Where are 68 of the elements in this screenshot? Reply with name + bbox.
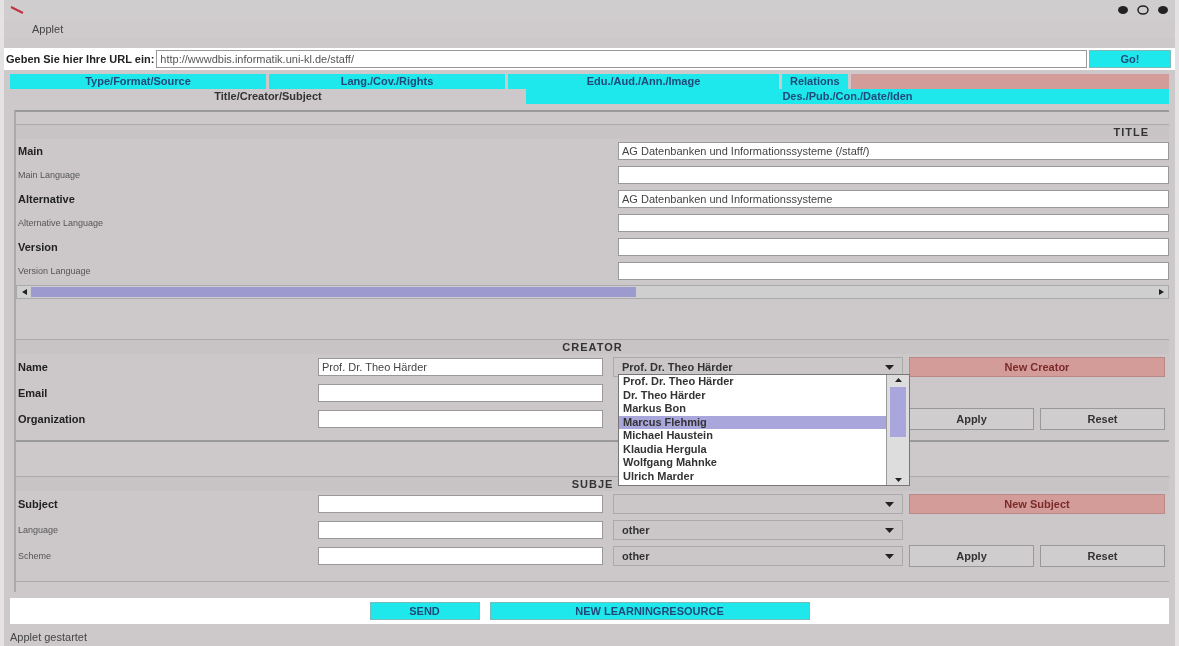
input-field[interactable] bbox=[318, 547, 603, 565]
input-field[interactable]: AG Datenbanken und Informationssysteme bbox=[618, 190, 1169, 208]
list-item[interactable]: Dr. Theo Härder bbox=[619, 388, 886, 402]
field-label: Language bbox=[17, 525, 60, 535]
new-creator-button[interactable]: New Creator bbox=[909, 357, 1165, 377]
field-label: Alternative Language bbox=[17, 218, 105, 228]
field-label: Main Language bbox=[17, 170, 82, 180]
list-item[interactable]: Wolfgang Mahnke bbox=[619, 456, 886, 470]
input-field[interactable]: Prof. Dr. Theo Härder bbox=[318, 358, 603, 376]
input-field[interactable] bbox=[318, 521, 603, 539]
status-text: Applet gestartet bbox=[9, 630, 89, 645]
field-label: Subject bbox=[17, 498, 59, 510]
url-field[interactable]: http://wwwdbis.informatik.uni-kl.de/staff/ bbox=[156, 50, 1087, 68]
input-field[interactable] bbox=[618, 166, 1169, 184]
list-item[interactable]: Markus Bon bbox=[619, 402, 886, 416]
caret-icon bbox=[885, 364, 894, 370]
menu-item[interactable]: Applet bbox=[32, 23, 64, 35]
caret-icon bbox=[885, 527, 894, 533]
input-field[interactable] bbox=[618, 262, 1169, 280]
list-item[interactable]: Ulrich Marder bbox=[619, 469, 886, 483]
section-heading: CREATOR bbox=[562, 340, 623, 354]
caret-icon bbox=[885, 501, 894, 507]
scrollbar-thumb[interactable] bbox=[890, 387, 906, 437]
list-item[interactable]: Michael Haustein bbox=[619, 429, 886, 443]
dropdown[interactable]: Prof. Dr. Theo Härder bbox=[613, 357, 903, 377]
input-field[interactable] bbox=[318, 384, 603, 402]
input-field[interactable] bbox=[618, 214, 1169, 232]
list-item[interactable]: Klaudia Hergula bbox=[619, 442, 886, 456]
tab[interactable]: Relations bbox=[782, 74, 851, 89]
field-label: Organization bbox=[17, 413, 87, 425]
action-button[interactable]: SEND bbox=[369, 602, 480, 620]
tab[interactable]: Lang./Cov./Rights bbox=[269, 74, 508, 89]
action-button[interactable]: Reset bbox=[1040, 408, 1165, 430]
close-icon[interactable] bbox=[1157, 5, 1169, 15]
action-button[interactable]: Apply bbox=[909, 408, 1034, 430]
list-item[interactable]: Marcus Flehmig bbox=[619, 415, 886, 429]
minimize-icon[interactable] bbox=[1117, 5, 1129, 15]
field-label: Main bbox=[17, 145, 45, 157]
maximize-icon[interactable] bbox=[1137, 5, 1149, 15]
tab[interactable]: Edu./Aud./Ann./Image bbox=[508, 74, 782, 89]
input-field[interactable] bbox=[618, 238, 1169, 256]
app-icon bbox=[10, 6, 24, 14]
url-label: Geben Sie hier Ihre URL ein: bbox=[5, 53, 155, 65]
input-field[interactable] bbox=[318, 495, 603, 513]
field-label: Alternative bbox=[17, 193, 76, 205]
action-button[interactable]: NEW LEARNINGRESOURCE bbox=[489, 602, 810, 620]
field-label: Email bbox=[17, 387, 49, 399]
dropdown[interactable]: other bbox=[613, 546, 903, 566]
new-subject-button[interactable]: New Subject bbox=[909, 494, 1165, 514]
input-field[interactable] bbox=[318, 410, 603, 428]
horizontal-scrollbar[interactable] bbox=[16, 285, 1169, 299]
tab[interactable]: Type/Format/Source bbox=[10, 74, 269, 89]
field-label: Name bbox=[17, 361, 49, 373]
field-label: Scheme bbox=[17, 551, 53, 561]
section-heading: TITLE bbox=[1113, 125, 1149, 139]
caret-icon bbox=[885, 553, 894, 559]
list-item[interactable]: Prof. Dr. Theo Härder bbox=[619, 375, 886, 389]
action-button[interactable]: Reset bbox=[1040, 545, 1165, 567]
action-button[interactable]: Apply bbox=[909, 545, 1034, 567]
tab[interactable]: Des./Pub./Con./Date/Iden bbox=[526, 89, 1169, 104]
scrollbar-thumb[interactable] bbox=[31, 287, 636, 297]
go-button[interactable]: Go! bbox=[1089, 50, 1171, 68]
section-heading: SUBJE bbox=[571, 477, 614, 491]
vertical-scrollbar[interactable] bbox=[886, 375, 909, 485]
field-label: Version bbox=[17, 241, 59, 253]
field-label: Version Language bbox=[17, 266, 92, 276]
input-field[interactable]: AG Datenbanken und Informationssysteme (/staff/) bbox=[618, 142, 1169, 160]
dropdown[interactable]: other bbox=[613, 520, 903, 540]
